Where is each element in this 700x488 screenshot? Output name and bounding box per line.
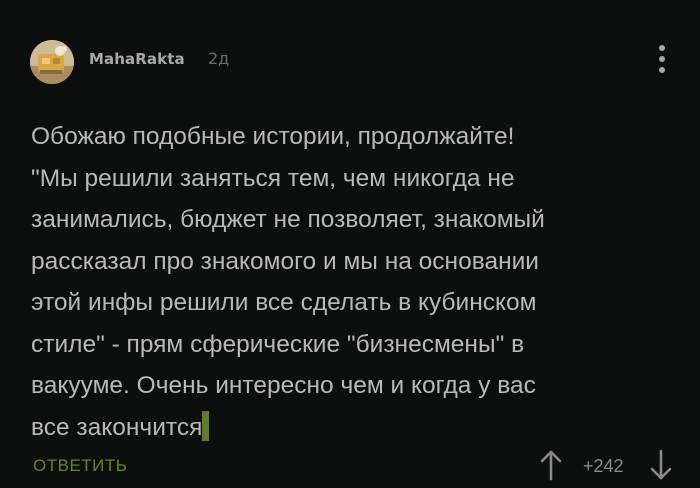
downvote-button[interactable] bbox=[649, 448, 673, 482]
text-cursor bbox=[202, 410, 210, 441]
arrow-down-icon bbox=[650, 449, 672, 480]
username[interactable]: MahaRakta bbox=[89, 50, 185, 68]
comment-text: Обожаю подобные истории, продолжайте! "М… bbox=[31, 123, 545, 441]
more-options-button[interactable] bbox=[650, 42, 674, 76]
arrow-up-icon bbox=[540, 450, 562, 481]
more-vertical-icon-dot bbox=[659, 56, 665, 62]
upvote-button[interactable] bbox=[539, 448, 563, 482]
comment: MahaRakta 2д Обожаю подобные истории, пр… bbox=[0, 0, 700, 488]
timestamp: 2д bbox=[208, 49, 230, 68]
rating-count: +242 bbox=[583, 456, 624, 476]
more-vertical-icon bbox=[659, 45, 665, 51]
more-vertical-icon-dot bbox=[659, 67, 665, 73]
reply-button[interactable]: ОТВЕТИТЬ bbox=[33, 456, 127, 476]
comment-text-block: Обожаю подобные истории, продолжайте! "М… bbox=[31, 116, 681, 448]
avatar[interactable] bbox=[30, 40, 74, 84]
